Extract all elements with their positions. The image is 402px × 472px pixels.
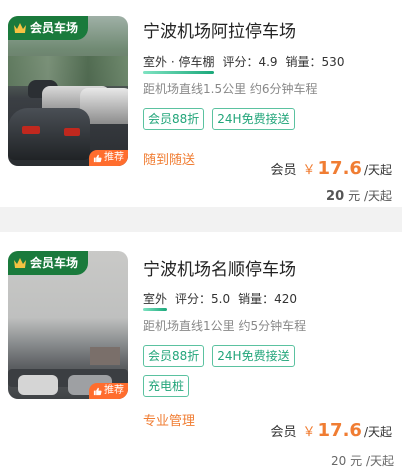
sales-count: 销量：530 [285,55,345,69]
distance-info: 距机场直线1公里 约5分钟车程 [143,319,307,333]
crown-icon [14,258,26,268]
currency-symbol: ￥ [302,163,316,178]
thumbs-up-icon [93,154,102,162]
member-parking-badge: 会员车场 [8,251,89,275]
parking-photo[interactable]: 会员车场 推荐 [8,251,128,399]
member-badge-label: 会员车场 [30,21,79,35]
thumbs-up-icon [93,387,102,395]
parking-photo[interactable]: 会员车场 推荐 [8,16,128,166]
regular-price-unit: 元 /天起 [348,189,392,203]
crown-icon [14,23,26,33]
parking-meta: 室外 评分：5.0 销量：420 [143,290,298,311]
rating: 评分：5.0 [175,292,231,306]
distance-info: 距机场直线1.5公里 约6分钟车程 [143,82,318,96]
feature-tag: 24H免费接送 [212,108,295,130]
parking-card[interactable]: 会员车场 推荐 宁波机场阿拉停车场 室外 · 停车棚 评分：4.9 销量：530… [0,0,402,207]
bottom-overlay-text: 20 元 /天起 [331,454,394,468]
parking-meta: 室外 · 停车棚 评分：4.9 销量：530 [143,53,345,74]
sales-count: 销量：420 [238,292,298,306]
rating: 评分：4.9 [222,55,278,69]
parking-name[interactable]: 宁波机场名顺停车场 [143,255,296,280]
feature-tag: 会员88折 [143,108,205,130]
currency-symbol: ￥ [302,425,316,440]
price-label: 会员 [270,425,297,440]
member-price: 会员 ￥ 17.6 /天起 [271,420,393,441]
service-note: 随到随送 [143,153,196,168]
parking-type: 室外 · 停车棚 [143,55,215,74]
price-value: 17.6 [317,158,362,179]
recommended-label: 推荐 [104,385,124,396]
service-note: 专业管理 [143,414,196,429]
parking-card[interactable]: 会员车场 推荐 宁波机场名顺停车场 室外 评分：5.0 销量：420 距机场直线… [0,232,402,472]
feature-tags: 会员88折 24H免费接送 充电桩 [143,345,323,397]
recommended-label: 推荐 [104,152,124,163]
feature-tag: 会员88折 [143,345,205,367]
parking-name[interactable]: 宁波机场阿拉停车场 [143,17,296,42]
price-value: 17.6 [317,420,362,441]
parking-type: 室外 [143,292,168,311]
feature-tags: 会员88折 24H免费接送 [143,108,295,130]
member-price: 会员 ￥ 17.6 /天起 [271,158,393,179]
feature-tag: 充电桩 [143,375,190,397]
regular-price: 20 元 /天起 [326,187,392,204]
recommended-badge: 推荐 [89,150,128,166]
price-unit: /天起 [363,163,392,177]
member-parking-badge: 会员车场 [8,16,89,40]
member-badge-label: 会员车场 [30,256,79,270]
price-label: 会员 [270,163,297,178]
recommended-badge: 推荐 [89,383,128,399]
price-unit: /天起 [363,425,392,439]
feature-tag: 24H免费接送 [212,345,295,367]
regular-price-value: 20 [326,189,345,204]
